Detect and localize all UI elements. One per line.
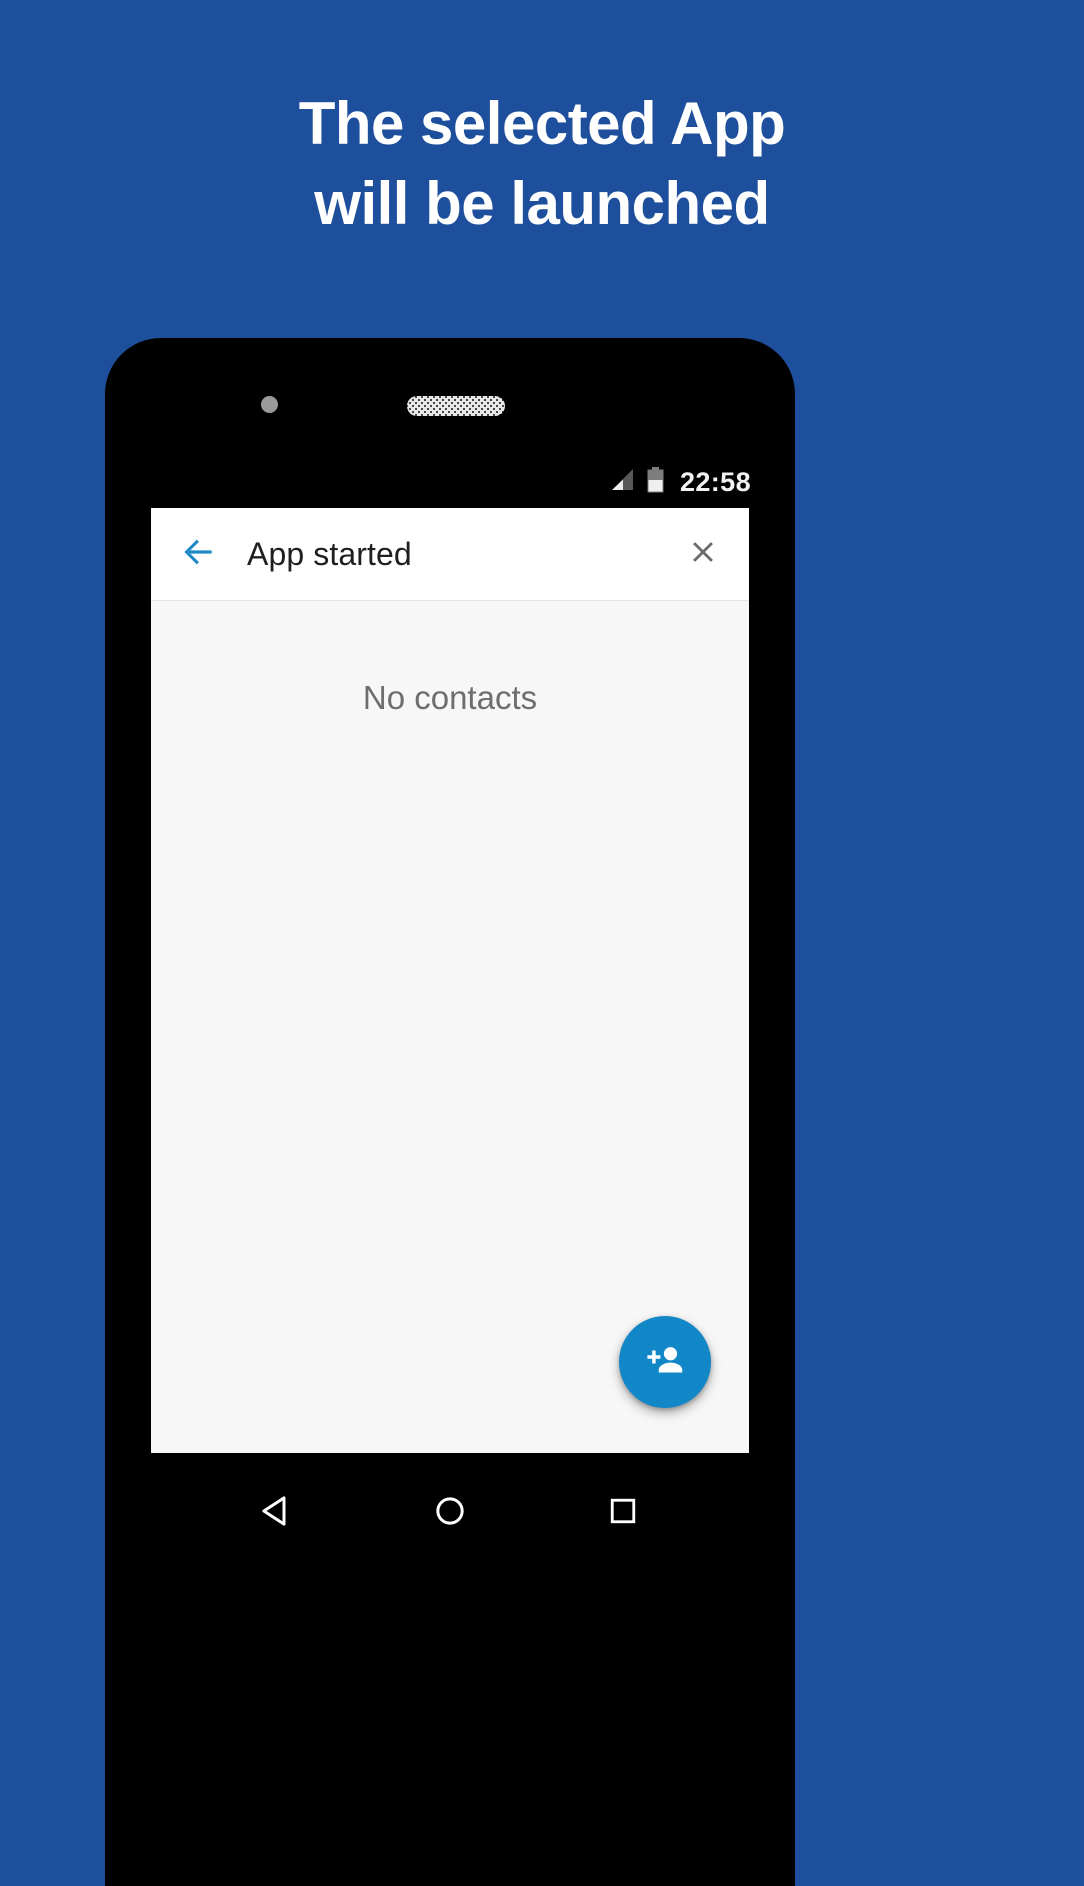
app-bar-title: App started xyxy=(247,535,412,572)
front-camera-icon xyxy=(261,396,278,413)
page-title: The selected App will be launched xyxy=(0,84,1084,244)
nav-back-button[interactable] xyxy=(239,1475,315,1551)
nav-home-button[interactable] xyxy=(412,1475,488,1551)
person-add-icon xyxy=(643,1338,687,1387)
back-button[interactable] xyxy=(151,508,247,600)
phone-mockup: 22:58 App started No contacts xyxy=(105,338,795,1886)
page-title-line-1: The selected App xyxy=(298,90,786,157)
nav-recents-square-icon xyxy=(604,1492,642,1535)
screenshot-stage: The selected App will be launched 22:58 … xyxy=(0,0,1084,1886)
page-title-line-2: will be launched xyxy=(314,170,770,237)
contacts-list-area: No contacts xyxy=(151,601,749,1453)
close-icon xyxy=(686,535,720,574)
app-bar: App started xyxy=(151,508,749,601)
nav-home-circle-icon xyxy=(430,1491,470,1536)
phone-screen: App started No contacts xyxy=(151,508,749,1453)
nav-recents-button[interactable] xyxy=(585,1475,661,1551)
status-bar-clock: 22:58 xyxy=(679,466,751,497)
close-button[interactable] xyxy=(657,508,749,600)
status-bar-icons: 22:58 xyxy=(609,466,751,498)
status-bar: 22:58 xyxy=(105,456,795,508)
empty-state-label: No contacts xyxy=(362,679,538,716)
earpiece-speaker-icon xyxy=(407,396,505,416)
battery-icon xyxy=(646,466,665,498)
arrow-left-icon xyxy=(180,533,218,576)
cell-signal-icon xyxy=(609,468,635,497)
android-navigation-bar xyxy=(105,1453,795,1573)
add-contact-fab[interactable] xyxy=(619,1316,711,1408)
nav-back-triangle-icon xyxy=(256,1490,298,1537)
